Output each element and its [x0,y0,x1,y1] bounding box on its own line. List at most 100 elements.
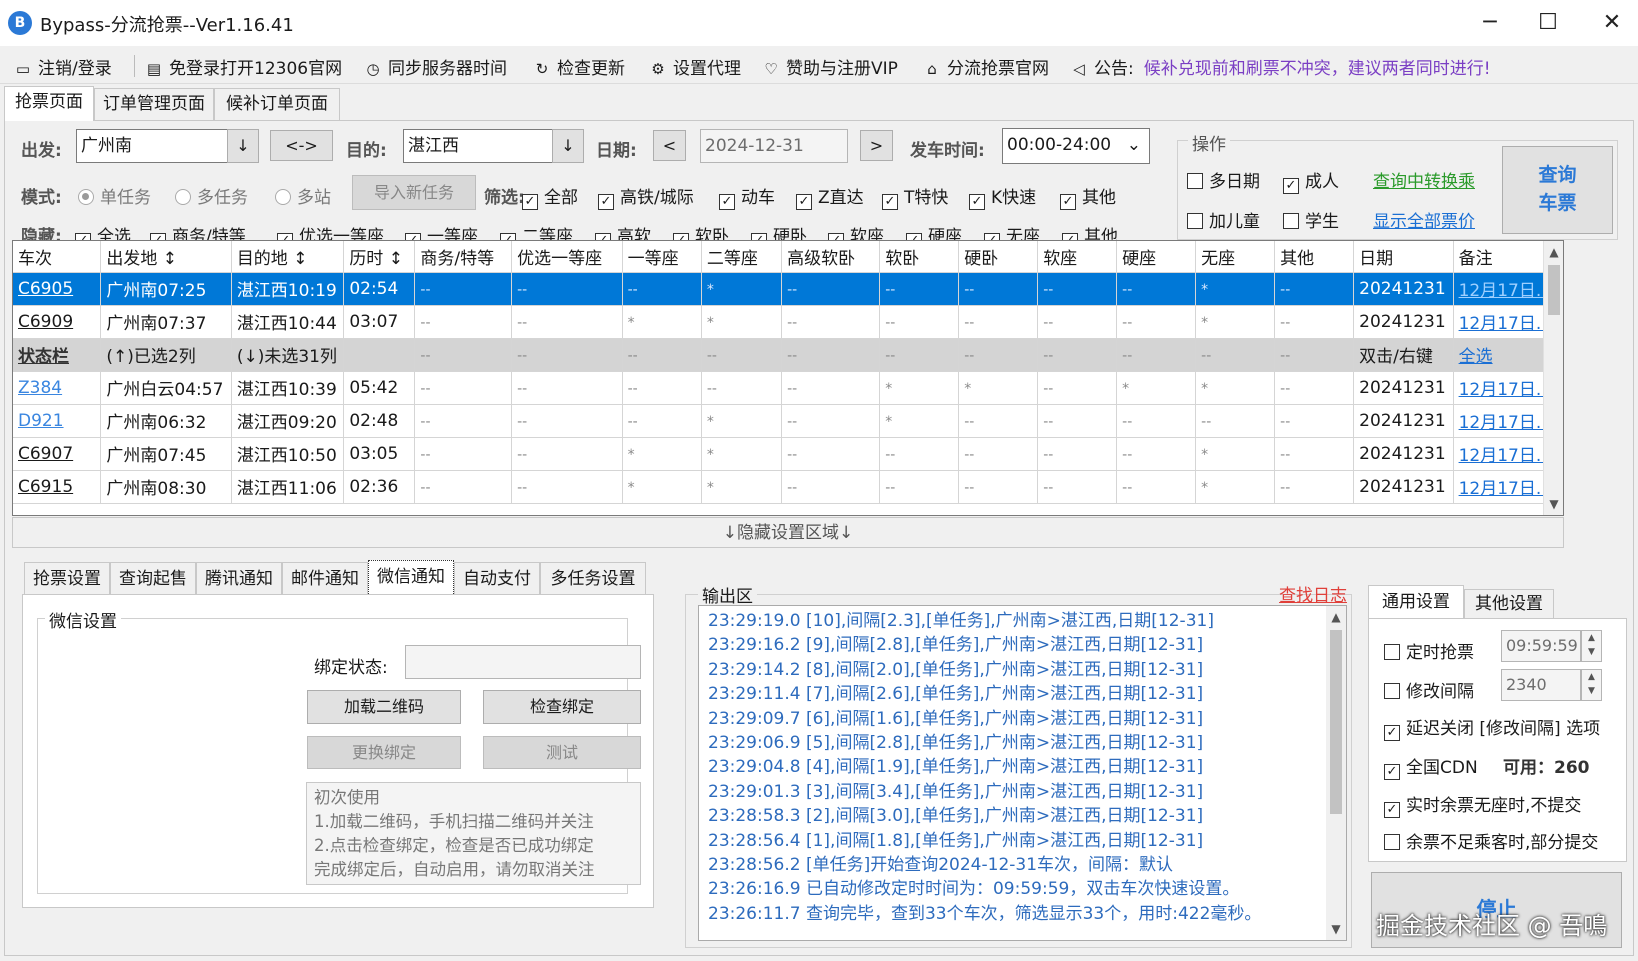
filter-checkbox-5[interactable]: ✓ K快速 [969,183,1036,210]
date-input[interactable]: 2024-12-31 [700,129,848,163]
no-seat-checkbox[interactable]: ✓ 实时余票无座时,不提交 [1384,791,1581,818]
from-station-input[interactable]: 广州南 [76,129,228,163]
output-scrollbar[interactable]: ▲ ▼ [1326,606,1346,940]
interval-input[interactable]: 2340 [1501,669,1581,701]
grid-header-cell[interactable]: 商务/特等 [414,241,513,273]
tab-waitlist-orders[interactable]: 候补订单页面 [214,88,340,120]
hide-settings-toggle[interactable]: ↓隐藏设置区域↓ [12,517,1564,548]
timer-grab-checkbox[interactable]: 定时抢票 [1384,638,1474,663]
mode-single-radio[interactable]: 单任务 [78,183,151,208]
multi-date-checkbox[interactable]: 多日期 [1187,167,1260,192]
chevron-up-icon[interactable]: ▲ [1582,631,1601,645]
grid-header-cell[interactable]: 二等座 [701,241,783,273]
interval-spin-button[interactable]: ▲ ▼ [1581,669,1602,701]
scroll-down-icon[interactable]: ▼ [1326,918,1346,940]
grid-header-cell[interactable]: 硬卧 [958,241,1039,273]
test-button[interactable]: 测试 [483,736,641,769]
close-button[interactable]: ✕ [1586,0,1638,46]
scroll-down-icon[interactable]: ▼ [1544,493,1563,515]
tab-other-settings[interactable]: 其他设置 [1464,589,1554,619]
settings-tab-6[interactable]: 多任务设置 [540,562,646,595]
table-row[interactable]: 状态栏 (↑)已选2列 (↓)未选31列 -- -- -- -- -- -- -- -- -- -- --… [13,338,1563,372]
check-update-button[interactable]: ↻ 检查更新 [533,54,625,79]
import-task-button[interactable]: 导入新任务 [352,175,476,210]
adult-checkbox[interactable]: ✓ 成人 [1283,167,1339,194]
table-row[interactable]: D921 广州南06:32 湛江西09:20 02:48 -- -- -- * -- * -- -- -… [13,404,1563,438]
filter-checkbox-2[interactable]: ✓ 动车 [719,183,775,210]
sync-time-button[interactable]: ◷ 同步服务器时间 [364,54,507,79]
national-cdn-checkbox[interactable]: ✓ 全国CDN [1384,753,1478,780]
timer-time-input[interactable]: 09:59:59 [1501,630,1581,662]
next-date-button[interactable]: > [860,130,893,161]
mode-multi-radio[interactable]: 多任务 [175,183,248,208]
official-site-button[interactable]: ⌂ 分流抢票官网 [923,54,1049,79]
tab-grab-tickets[interactable]: 抢票页面 [4,86,94,121]
swap-stations-button[interactable]: <-> [270,130,333,161]
remark-link[interactable]: 12月17日... [1459,314,1552,334]
grid-header-cell[interactable]: 出发地 ↕ [100,241,232,273]
train-number-link[interactable]: Z384 [18,378,62,398]
find-log-link[interactable]: 查找日志 [1279,581,1347,606]
grid-header-cell[interactable]: 历时 ↕ [343,241,416,273]
sponsor-vip-button[interactable]: ♡ 赞助与注册VIP [762,54,898,79]
table-row[interactable]: C6907 广州南07:45 湛江西10:50 03:05 -- -- * * -- -- -- --… [13,437,1563,471]
grid-header-cell[interactable]: 车次 [13,241,102,273]
table-row[interactable]: Z384 广州白云04:57 湛江西10:39 05:42 -- -- -- -- -- * * --… [13,371,1563,405]
depart-time-select[interactable]: 00:00-24:00 ⌄ [1002,128,1150,164]
settings-tab-0[interactable]: 抢票设置 [24,562,110,595]
filter-checkbox-4[interactable]: ✓ T特快 [882,183,948,210]
chevron-down-icon[interactable]: ▼ [1582,684,1601,698]
grid-header-cell[interactable]: 优选一等座 [511,241,623,273]
filter-checkbox-1[interactable]: ✓ 高铁/城际 [598,183,694,210]
filter-checkbox-3[interactable]: ✓ Z直达 [796,183,864,210]
minimize-button[interactable]: ─ [1460,0,1520,46]
grid-header-cell[interactable]: 硬座 [1116,241,1197,273]
proxy-settings-button[interactable]: ⚙ 设置代理 [649,54,741,79]
settings-tab-3[interactable]: 邮件通知 [282,562,368,595]
to-dropdown-button[interactable]: ↓ [552,129,584,163]
filter-checkbox-6[interactable]: ✓ 其他 [1060,183,1116,210]
show-all-prices-link[interactable]: 显示全部票价 [1373,207,1475,232]
modify-interval-checkbox[interactable]: 修改间隔 [1384,677,1474,702]
grid-header-cell[interactable]: 无座 [1195,241,1276,273]
grid-header-cell[interactable]: 日期 [1353,241,1454,273]
load-qrcode-button[interactable]: 加载二维码 [307,690,461,724]
to-station-input[interactable]: 湛江西 [403,129,553,163]
query-tickets-button[interactable]: 查询 车票 [1502,146,1613,234]
grid-header-cell[interactable]: 软座 [1037,241,1118,273]
prev-date-button[interactable]: < [653,130,686,161]
tab-general-settings[interactable]: 通用设置 [1368,585,1464,619]
train-number-link[interactable]: C6915 [18,477,73,497]
table-row[interactable]: C6905 广州南07:25 湛江西10:19 02:54 -- -- -- * -- -- -- -… [13,272,1563,306]
maximize-button[interactable]: ☐ [1518,0,1578,46]
grid-header-cell[interactable]: 目的地 ↕ [231,241,345,273]
settings-tab-2[interactable]: 腾讯通知 [196,562,282,595]
transfer-query-link[interactable]: 查询中转换乘 [1373,167,1475,192]
grid-header-cell[interactable]: 其他 [1274,241,1355,273]
remark-link[interactable]: 12月17日... [1459,281,1552,301]
mode-multi-station-radio[interactable]: 多站 [275,183,331,208]
remark-link[interactable]: 12月17日... [1459,446,1552,466]
train-number-link[interactable]: C6909 [18,312,73,332]
train-number-link[interactable]: D921 [18,411,64,431]
scroll-up-icon[interactable]: ▲ [1544,241,1563,263]
remark-link[interactable]: 12月17日... [1459,479,1552,499]
grid-scrollbar[interactable]: ▲ ▼ [1543,241,1563,515]
table-row[interactable]: C6909 广州南07:37 湛江西10:44 03:07 -- -- * * -- -- -- --… [13,305,1563,339]
train-number-link[interactable]: C6907 [18,444,73,464]
delay-close-checkbox[interactable]: ✓ 延迟关闭 [修改间隔] 选项 [1384,714,1600,741]
filter-checkbox-0[interactable]: ✓ 全部 [522,183,578,210]
open-12306-button[interactable]: ▤ 免登录打开12306官网 [145,54,342,79]
from-dropdown-button[interactable]: ↓ [227,129,259,163]
table-row[interactable]: C6915 广州南08:30 湛江西11:06 02:36 -- -- * * -- -- -- --… [13,470,1563,504]
scroll-up-icon[interactable]: ▲ [1326,606,1346,628]
chevron-up-icon[interactable]: ▲ [1582,670,1601,684]
settings-tab-1[interactable]: 查询起售 [110,562,196,595]
scrollbar-thumb[interactable] [1330,630,1342,814]
scrollbar-thumb[interactable] [1548,265,1560,315]
settings-tab-4[interactable]: 微信通知 [368,560,454,596]
grid-header-cell[interactable]: 软卧 [879,241,960,273]
student-checkbox[interactable]: 学生 [1283,207,1339,232]
add-child-checkbox[interactable]: 加儿童 [1187,207,1260,232]
check-binding-button[interactable]: 检查绑定 [483,690,641,724]
